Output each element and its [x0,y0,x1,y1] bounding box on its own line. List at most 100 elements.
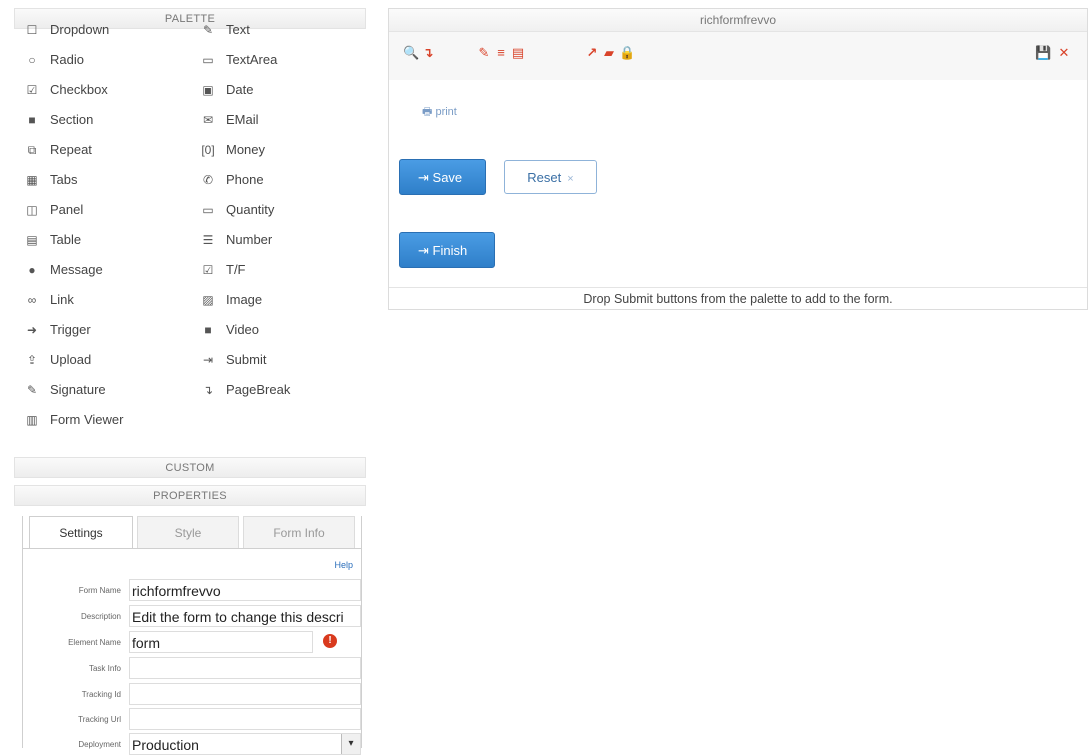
palette-item-t-f[interactable]: ☑ T/F [198,255,246,285]
palette-item-label: Checkbox [50,82,108,97]
palette-item-label: EMail [226,112,259,127]
palette-item-label: Image [226,292,263,307]
deployment-value: Production [132,737,199,753]
palette-item-textarea[interactable]: ▭ TextArea [198,45,277,75]
form-name-label: Form Name [78,586,121,595]
palette-item-submit[interactable]: ⇥ Submit [198,345,267,375]
video-icon: ■ [204,323,212,337]
form-canvas: richformfrevvo 🔍 ↴ ✎ ≡ ▤ ↗ ▰ 🔒 💾 ✕ 🖶 pri… [388,8,1088,310]
info-icon[interactable]: ! [323,634,337,648]
palette-item-video[interactable]: ■ Video [198,315,259,345]
palette-item-radio[interactable]: ○ Radio [22,45,84,75]
search-icon[interactable]: 🔍 [403,45,419,61]
palette-item-trigger[interactable]: ➜ Trigger [22,315,91,345]
close-icon: × [567,173,574,185]
print-link[interactable]: 🖶 print [422,103,457,122]
palette-item-label: Phone [226,172,264,187]
edit-icon[interactable]: ✎ [477,45,491,61]
palette-item-label: Upload [50,352,92,367]
book-icon[interactable]: ▰ [602,45,616,61]
palette-item-label: Form Viewer [50,412,124,427]
palette-item-email[interactable]: ✉ EMail [198,105,259,135]
save-icon[interactable]: 💾 [1035,45,1051,61]
document-icon[interactable]: ▤ [511,45,525,61]
palette-item-label: Tabs [50,172,78,187]
text-icon: ✎ [202,23,214,37]
tracking-id-input[interactable] [129,683,361,705]
palette-item-label: Date [226,82,254,97]
properties-header[interactable]: PROPERTIES [14,485,366,506]
tab-form-info[interactable]: Form Info [243,516,355,548]
palette-item-label: Table [50,232,82,247]
task-info-input[interactable] [129,657,361,679]
external-link-icon[interactable]: ↗ [585,45,599,61]
submit-icon: ⇥ [418,243,429,258]
task-info-row: Task Info [23,657,361,680]
palette-item-label: Dropdown [50,22,110,37]
palette-item-table[interactable]: ▤ Table [22,225,81,255]
help-link[interactable]: Help [334,560,353,570]
palette-item-number[interactable]: ☰ Number [198,225,273,255]
image-icon: ▨ [202,293,214,307]
save-button[interactable]: ⇥ Save [399,159,486,195]
palette-item-link[interactable]: ∞ Link [22,285,74,315]
signature-icon: ✎ [26,383,38,397]
tracking-id-label: Tracking Id [81,690,121,699]
printer-icon: 🖶 [422,106,433,118]
lock-icon[interactable]: 🔒 [619,45,635,61]
palette-item-signature[interactable]: ✎ Signature [22,375,106,405]
palette-item-pagebreak[interactable]: ↴ PageBreak [198,375,290,405]
palette-item-message[interactable]: ● Message [22,255,102,285]
repeat-icon: ⧉ [27,143,37,157]
form-toolbar: 🔍 ↴ ✎ ≡ ▤ ↗ ▰ 🔒 💾 ✕ [389,32,1087,80]
form-viewer-icon: ▥ [26,413,38,427]
close-icon[interactable]: ✕ [1057,45,1071,61]
palette-item-upload[interactable]: ⇪ Upload [22,345,91,375]
email-icon: ✉ [202,113,214,127]
date-icon: ▣ [202,83,214,97]
description-label: Description [80,612,121,621]
palette-item-date[interactable]: ▣ Date [198,75,253,105]
palette-item-repeat[interactable]: ⧉ Repeat [22,135,92,165]
palette-item-label: Panel [50,202,84,217]
palette-item-section[interactable]: ■ Section [22,105,93,135]
palette-item-money[interactable]: [0] Money [198,135,265,165]
finish-button[interactable]: ⇥ Finish [399,232,495,268]
palette-item-panel[interactable]: ◫ Panel [22,195,83,225]
page-break-icon[interactable]: ↴ [421,45,435,61]
reset-button[interactable]: Reset × [504,160,597,194]
money-icon: [0] [201,143,215,157]
section-icon: ■ [28,113,36,127]
palette-item-label: Radio [50,52,84,67]
reset-button-label: Reset [527,170,562,185]
list-icon[interactable]: ≡ [494,45,508,61]
tab-settings[interactable]: Settings [29,516,133,548]
description-input[interactable]: Edit the form to change this descri [129,605,361,627]
element-name-input[interactable]: form [129,631,313,653]
tab-style[interactable]: Style [137,516,239,548]
custom-header[interactable]: CUSTOM [14,457,366,478]
deployment-select[interactable]: Production ▾ [129,733,361,755]
table-icon: ▤ [26,233,38,247]
palette-item-label: Text [226,22,250,37]
description-row: Description Edit the form to change this… [23,605,361,628]
number-icon: ☰ [202,233,214,247]
palette-item-phone[interactable]: ✆ Phone [198,165,264,195]
palette-item-text[interactable]: ✎ Text [198,15,250,45]
palette-item-label: Signature [50,382,106,397]
palette-item-image[interactable]: ▨ Image [198,285,262,315]
pagebreak-icon: ↴ [202,383,214,397]
form-name-input[interactable]: richformfrevvo [129,579,361,601]
palette-item-quantity[interactable]: ▭ Quantity [198,195,274,225]
checkbox-icon: ☑ [26,83,38,97]
palette-item-label: Section [50,112,94,127]
palette-item-tabs[interactable]: ▦ Tabs [22,165,77,195]
palette-item-checkbox[interactable]: ☑ Checkbox [22,75,108,105]
dropdown-icon: ☐ [26,23,38,37]
chevron-down-icon[interactable]: ▾ [341,734,360,754]
palette-item-dropdown[interactable]: ☐ Dropdown [22,15,110,45]
tracking-url-input[interactable] [129,708,361,730]
palette-item-form-viewer[interactable]: ▥ Form Viewer [22,405,123,435]
tab-divider [23,548,361,549]
phone-icon: ✆ [202,173,214,187]
